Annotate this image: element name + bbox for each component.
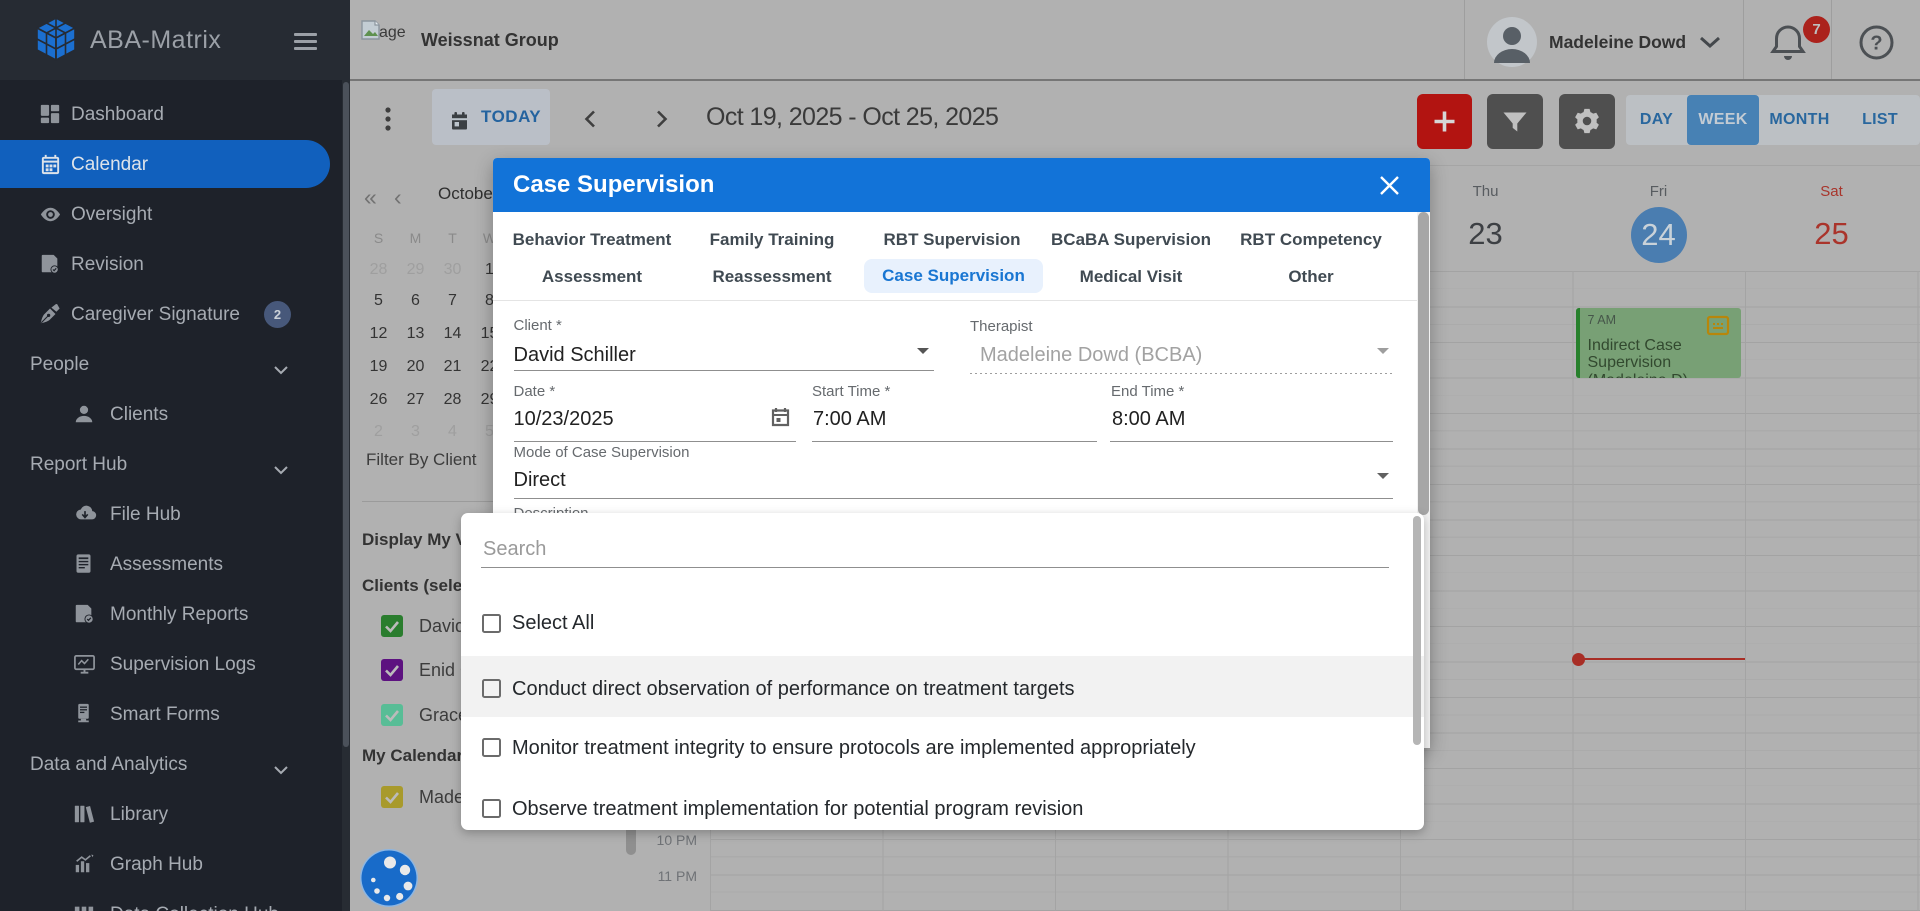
svg-text:?: ? (1870, 33, 1882, 55)
